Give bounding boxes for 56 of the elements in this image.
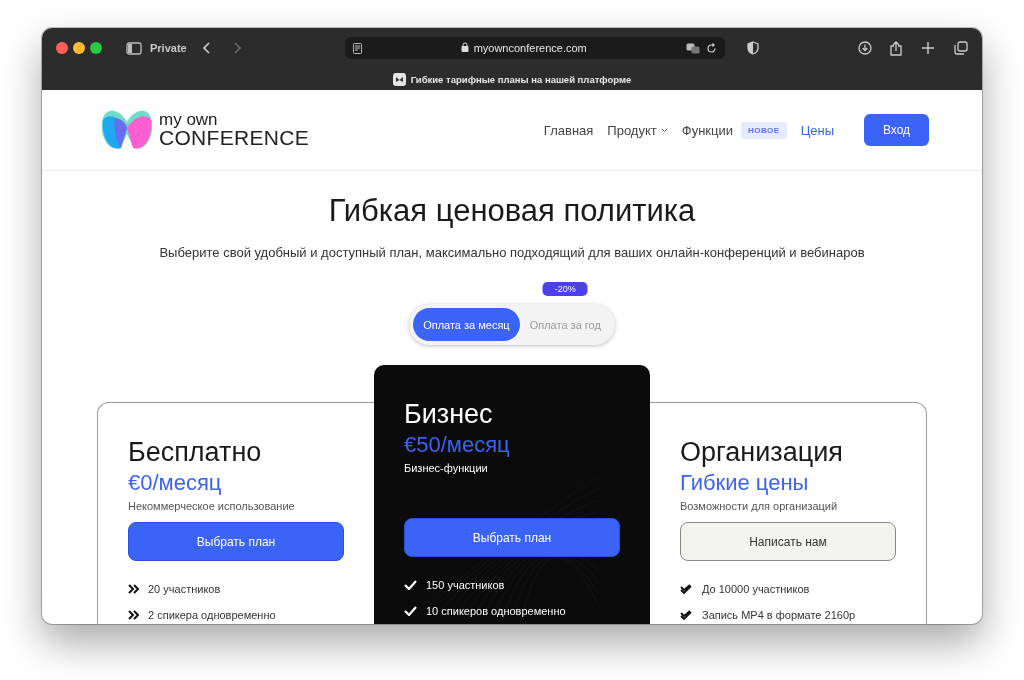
double-check-icon <box>680 609 693 621</box>
plan-description: Возможности для организаций <box>680 500 839 512</box>
private-label: Private <box>150 42 187 54</box>
lock-icon <box>460 42 469 52</box>
translate-icon <box>685 42 700 54</box>
nav-link[interactable]: Функции <box>681 122 733 138</box>
address-bar[interactable]: myownconference.com <box>344 37 725 59</box>
feature-text: 150 участников <box>426 579 505 591</box>
plan-price: €50/месяц <box>404 432 511 458</box>
double-chevron-icon <box>128 584 139 594</box>
logo-text-bottom: CONFERENCE <box>159 128 309 149</box>
double-chevron-icon <box>128 610 139 620</box>
reader-icon <box>352 42 362 54</box>
sidebar-icon[interactable] <box>126 41 142 55</box>
nav-link[interactable]: Продукт <box>607 122 668 138</box>
plan-button[interactable]: Выбрать план <box>128 522 344 561</box>
forward-icon[interactable] <box>232 42 241 54</box>
double-check-icon <box>680 583 693 595</box>
share-icon[interactable] <box>890 40 902 56</box>
reload-icon <box>705 42 717 54</box>
shield-icon[interactable] <box>746 41 759 55</box>
window-controls-icon <box>56 42 102 54</box>
nav-link[interactable]: Цены <box>800 122 834 138</box>
tabs-icon[interactable] <box>954 41 968 55</box>
back-icon[interactable] <box>202 42 211 54</box>
plan-name: Бизнес <box>404 399 494 430</box>
plan-button[interactable]: Написать нам <box>680 522 896 561</box>
plan-price: Гибкие цены <box>680 470 810 496</box>
feature-text: Запись MP4 в формате 2160p <box>702 609 856 621</box>
nav-link[interactable]: Главная <box>543 122 594 138</box>
plan-name: Бесплатно <box>128 437 263 468</box>
feature-text: 10 спикеров одновременно <box>426 605 566 617</box>
url-text: myownconference.com <box>367 42 680 54</box>
login-button[interactable]: Вход <box>864 114 929 146</box>
plus-icon[interactable] <box>922 42 934 54</box>
page-heading: Гибкая ценовая политика <box>328 193 696 229</box>
chevron-down-icon <box>660 127 668 133</box>
plan-name: Организация <box>680 437 844 468</box>
billing-option[interactable]: Оплата за месяц <box>413 308 520 341</box>
feature-text: 2 спикера одновременно <box>148 609 276 621</box>
discount-badge: -20% <box>542 282 588 296</box>
feature-text: До 10000 участников <box>702 583 810 595</box>
site-icon <box>392 72 406 86</box>
check-icon <box>404 580 417 590</box>
plan-button[interactable]: Выбрать план <box>404 518 620 557</box>
download-icon[interactable] <box>858 41 872 55</box>
plan-description: Некоммерческое использование <box>128 500 296 512</box>
feature-text: 20 участников <box>148 583 221 595</box>
plan-price: €0/месяц <box>128 470 223 496</box>
check-icon <box>404 606 417 616</box>
page-subheading: Выберите свой удобный и доступный план, максимально подходящий для ваших онлайн-конференций и вебинаров <box>159 245 865 260</box>
new-badge: НОВОЕ <box>741 121 787 139</box>
logo-text-top: my own <box>159 111 219 129</box>
logo-icon <box>99 108 155 152</box>
tab-title: Гибкие тарифные планы на нашей платформе <box>410 73 632 85</box>
plan-description: Бизнес-функции <box>404 462 489 474</box>
